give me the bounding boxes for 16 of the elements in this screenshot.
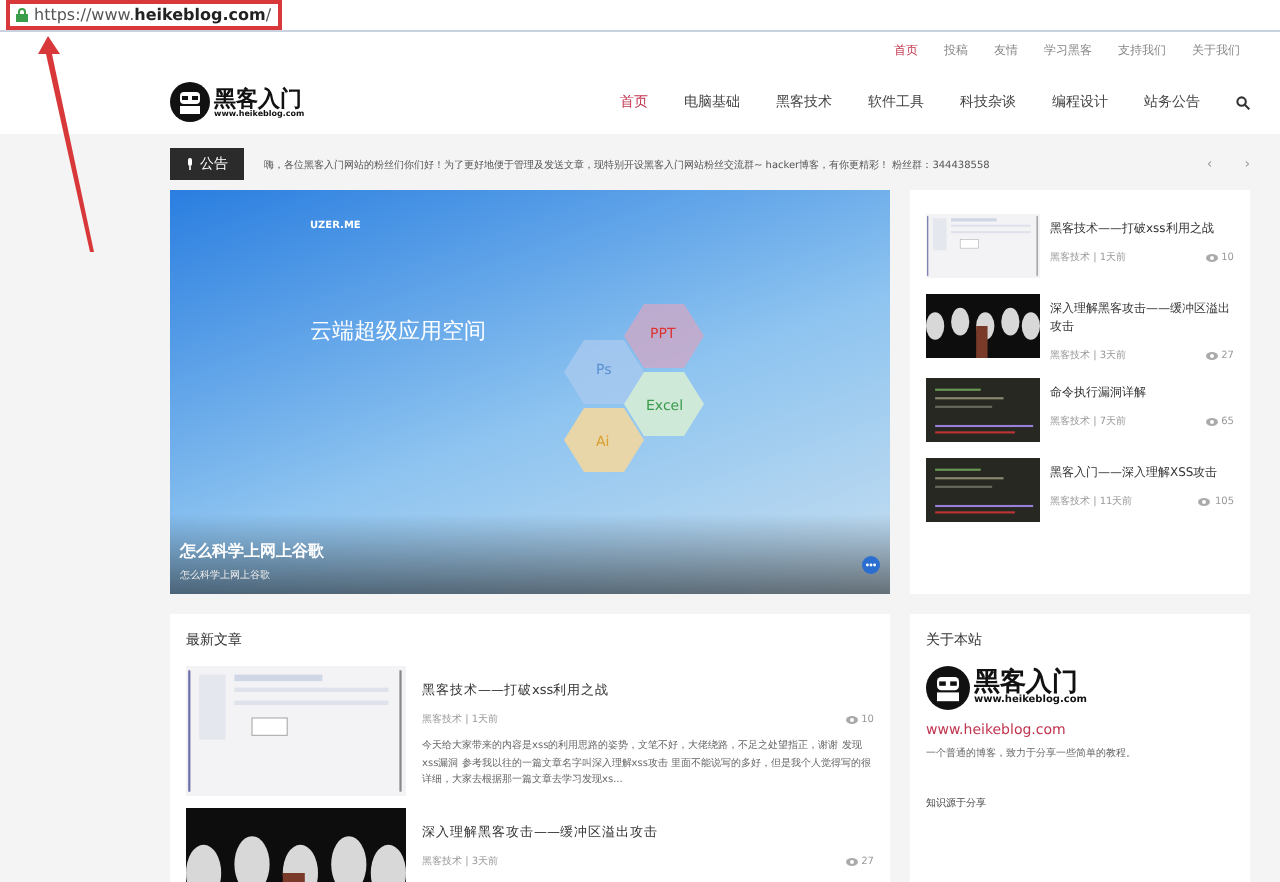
eye-icon — [845, 715, 858, 723]
slide-headline: 云端超级应用空间 — [310, 316, 486, 346]
chat-icon[interactable] — [862, 556, 880, 574]
skull-logo-icon — [926, 666, 970, 710]
eye-icon — [1205, 351, 1218, 359]
eye-icon — [1205, 417, 1218, 425]
logo-name: 黑客入门 — [214, 87, 302, 109]
eye-icon — [1205, 253, 1218, 261]
microphone-icon — [186, 158, 194, 170]
url-text[interactable]: https://www.heikeblog.com/ — [34, 6, 272, 24]
logo-name: 黑客入门 — [974, 670, 1078, 696]
lock-icon — [16, 8, 28, 22]
skull-logo-icon — [170, 82, 210, 122]
search-icon[interactable] — [1236, 95, 1250, 109]
eye-icon — [1198, 497, 1211, 505]
eye-icon — [845, 857, 858, 865]
